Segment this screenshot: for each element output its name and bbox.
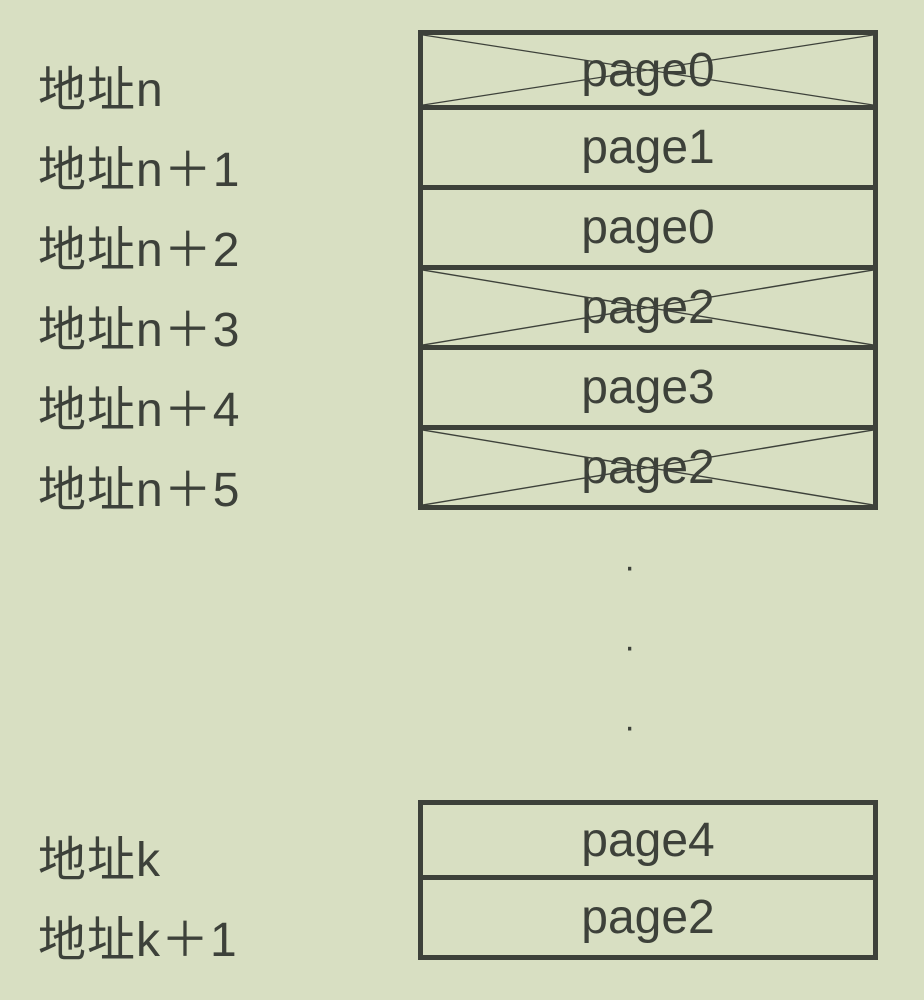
page-cell: page2 [418, 430, 878, 510]
memory-diagram: 地址n page0 地址n＋1 page1 地址n＋2 page0 地址n＋3 … [0, 0, 924, 1000]
page-cell: page3 [418, 350, 878, 430]
ellipsis-dot: · [624, 628, 635, 667]
page-label: page2 [581, 440, 714, 495]
addr-label: 地址n＋2 [38, 210, 240, 280]
addr-label: 地址n [38, 50, 164, 120]
page-label: page1 [581, 120, 714, 175]
ellipsis-dot: · [624, 708, 635, 747]
page-cell: page2 [418, 270, 878, 350]
page-label: page0 [581, 43, 714, 98]
page-cell: page4 [418, 800, 878, 880]
addr-label: 地址n＋4 [38, 370, 240, 440]
page-cell: page1 [418, 110, 878, 190]
addr-label: 地址n＋1 [38, 130, 240, 200]
page-label: page2 [581, 280, 714, 335]
addr-label: 地址n＋5 [38, 450, 240, 520]
page-cell: page0 [418, 30, 878, 110]
page-label: page2 [581, 890, 714, 945]
page-cell: page2 [418, 880, 878, 960]
page-label: page4 [581, 813, 714, 868]
addr-label: 地址n＋3 [38, 290, 240, 360]
page-label: page0 [581, 200, 714, 255]
addr-label: 地址k [38, 820, 161, 890]
page-label: page3 [581, 360, 714, 415]
page-cell: page0 [418, 190, 878, 270]
addr-label: 地址k＋1 [38, 900, 238, 970]
ellipsis-dot: · [624, 548, 635, 587]
